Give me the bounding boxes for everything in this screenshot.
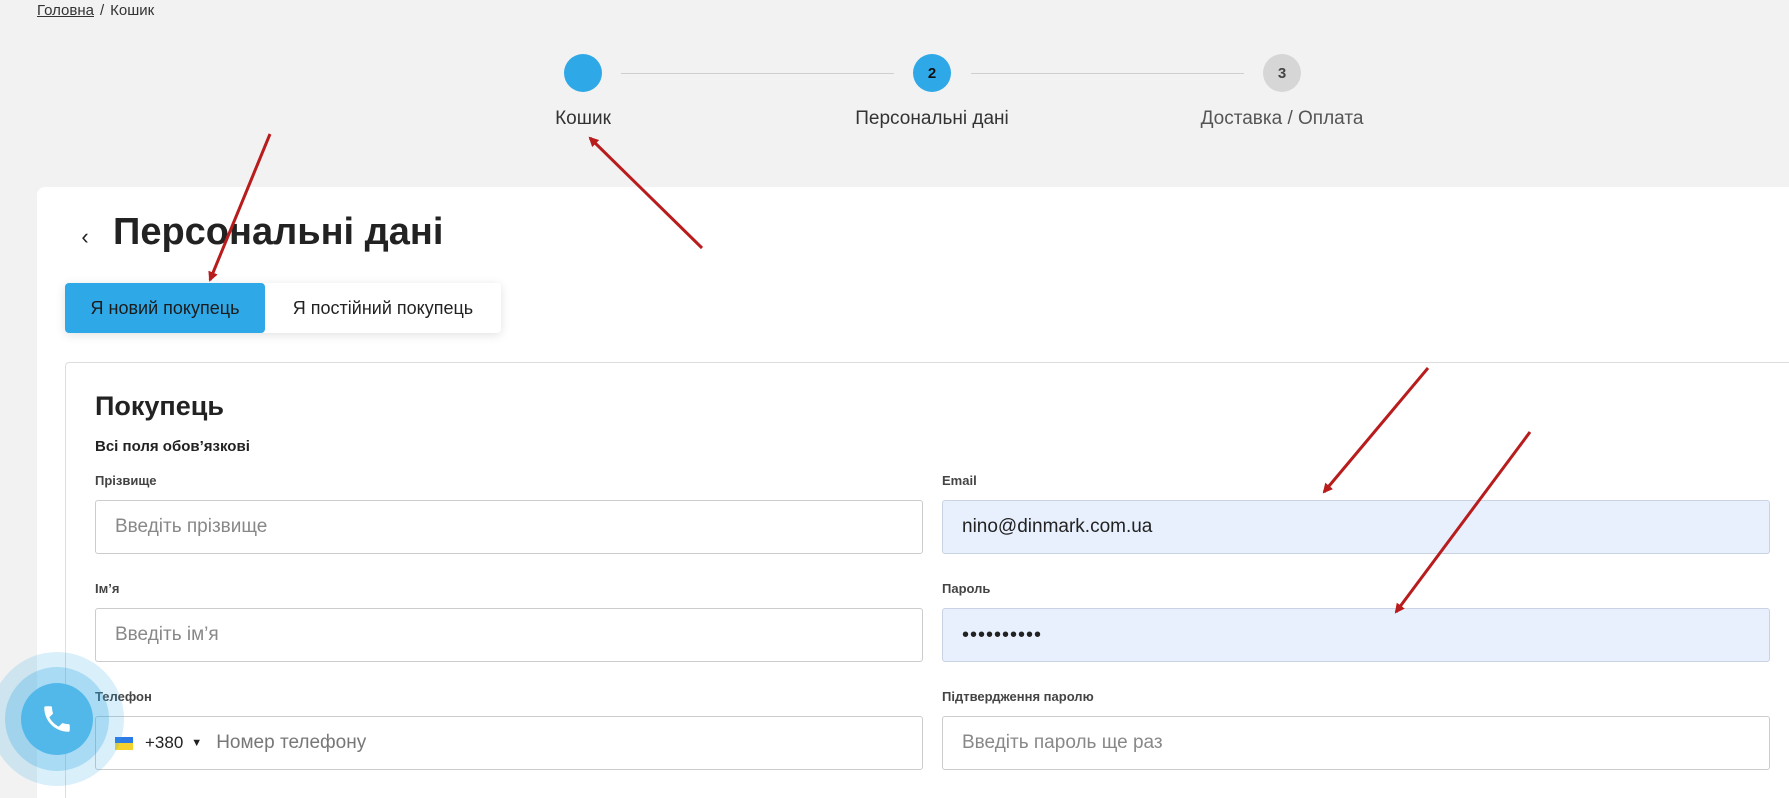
step-cart-label: Кошик [555,108,611,129]
name-field-group: Ім’я Введіть ім’я [95,581,923,662]
step-personal-data-label: Персональні дані [855,108,1009,129]
step-personal-data-circle: 2 [913,54,951,92]
checkout-stepper: Кошик 2 Персональні дані 3 Доставка / Оп… [0,0,1789,150]
phone-field-group: Телефон +380 ▼ Номер телефону [95,689,923,770]
callback-button[interactable] [21,683,93,755]
phone-country-code[interactable]: +380 [145,733,183,753]
password-input[interactable]: •••••••••• [942,608,1770,662]
email-field-group: Email nino@dinmark.com.ua [942,473,1770,554]
name-label: Ім’я [95,581,120,596]
name-input[interactable]: Введіть ім’я [95,608,923,662]
chevron-down-icon[interactable]: ▼ [191,737,202,749]
confirm-password-input[interactable]: Введіть пароль ще раз [942,716,1770,770]
page-title: Персональні дані [113,211,444,253]
buyer-type-tabs: Я новий покупець Я постійний покупець [65,283,501,333]
phone-number-placeholder: Номер телефону [216,732,367,753]
phone-input[interactable]: +380 ▼ Номер телефону [95,716,923,770]
step-personal-data[interactable]: 2 Персональні дані [782,54,1082,130]
step-cart[interactable]: Кошик [433,54,733,130]
tab-new-buyer[interactable]: Я новий покупець [65,283,265,333]
callback-widget-ring [5,667,109,771]
phone-label: Телефон [95,689,152,704]
step-delivery-payment-circle: 3 [1263,54,1301,92]
step-cart-circle [564,54,602,92]
personal-data-card: ‹ Персональні дані Я новий покупець Я по… [37,187,1789,798]
password-label: Пароль [942,581,991,596]
email-input[interactable]: nino@dinmark.com.ua [942,500,1770,554]
confirm-password-field-group: Підтвердження паролю Введіть пароль ще р… [942,689,1770,770]
buyer-form: Покупець Всі поля обов’язкові Прізвище В… [65,362,1789,798]
email-label: Email [942,473,977,488]
confirm-password-label: Підтвердження паролю [942,689,1094,704]
phone-icon [44,706,70,732]
surname-label: Прізвище [95,473,157,488]
surname-field-group: Прізвище Введіть прізвище [95,473,923,554]
form-required-note: Всі поля обов’язкові [95,438,250,455]
tab-returning-buyer[interactable]: Я постійний покупець [265,283,501,333]
back-button[interactable]: ‹ [73,222,97,252]
password-field-group: Пароль •••••••••• [942,581,1770,662]
step-delivery-payment[interactable]: 3 Доставка / Оплата [1132,54,1432,130]
password-value: •••••••••• [962,623,1043,646]
surname-input[interactable]: Введіть прізвище [95,500,923,554]
form-title: Покупець [95,391,224,421]
step-delivery-payment-label: Доставка / Оплата [1200,108,1364,129]
